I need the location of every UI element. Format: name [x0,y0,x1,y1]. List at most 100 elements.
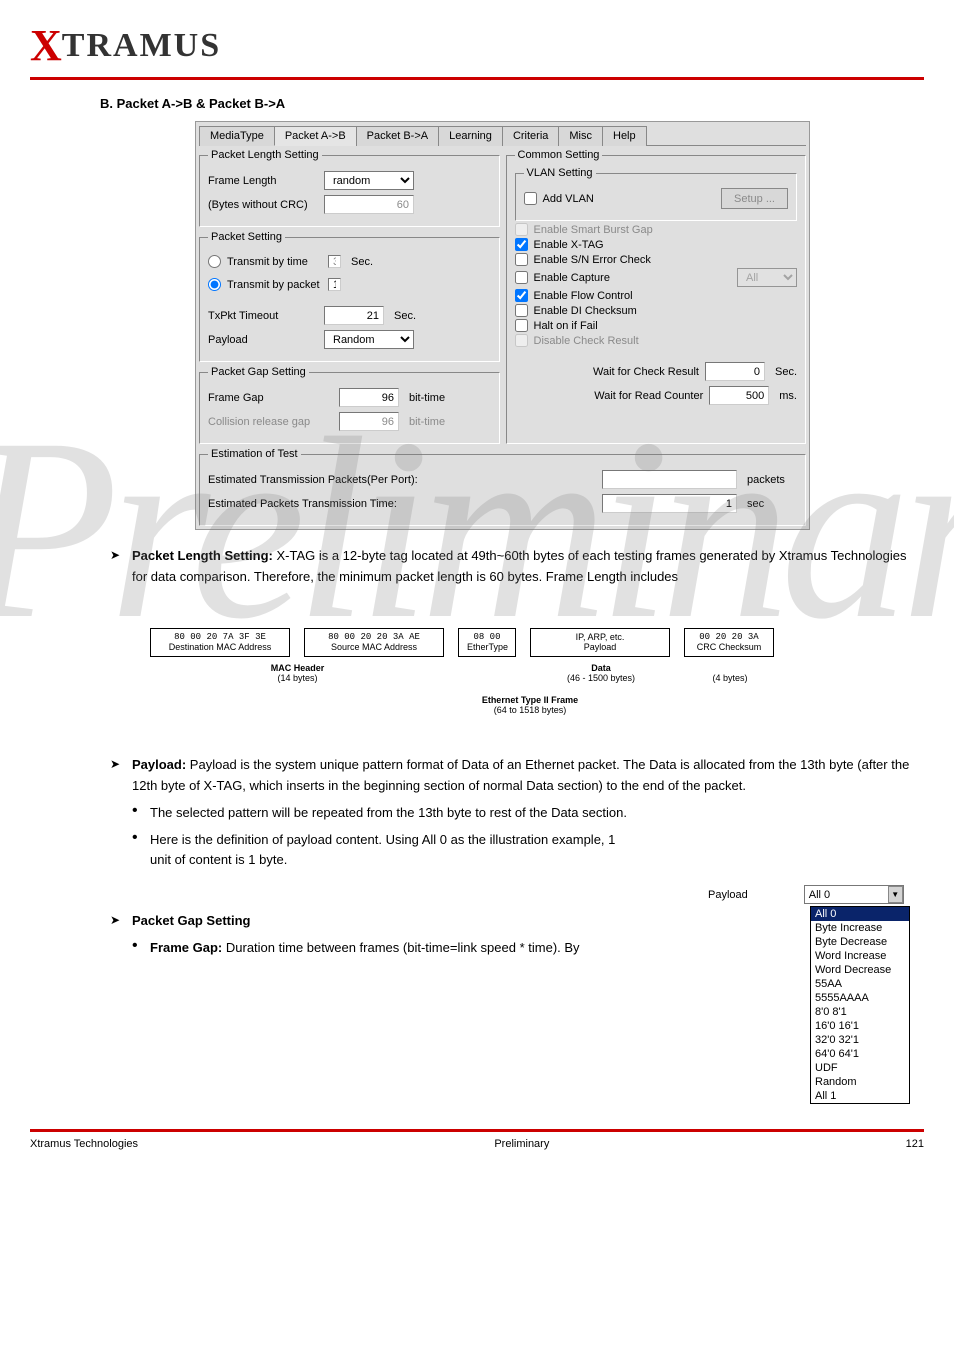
tab-row: MediaType Packet A->B Packet B->A Learni… [199,125,806,146]
chevron-down-icon: ▼ [888,886,903,903]
tx-by-packet-radio[interactable] [208,278,221,291]
payload-dd-opt-11[interactable]: UDF [811,1061,909,1075]
payload-dd-opt-8[interactable]: 16'0 16'1 [811,1019,909,1033]
xtag-label: Enable X-TAG [534,239,604,251]
etp-label: Estimated Transmission Packets(Per Port)… [208,474,458,486]
eth-crc-bytes: (4 bytes) [712,673,747,683]
wait-check-input[interactable] [705,362,765,381]
payload-dd-list[interactable]: All 0 Byte Increase Byte Decrease Word I… [810,906,910,1104]
tx-by-time-radio[interactable] [208,255,221,268]
packet-setting-group: Packet Setting Transmit by time Sec. Tra… [199,231,500,362]
add-vlan-check[interactable] [524,192,537,205]
payload-dd-opt-7[interactable]: 8'0 8'1 [811,1005,909,1019]
txpkt-timeout-input[interactable] [324,306,384,325]
tab-criteria[interactable]: Criteria [502,126,559,146]
eth-mac-bytes: (14 bytes) [277,673,317,683]
flow-check[interactable] [515,289,528,302]
pls-desc-bold: Packet Length Setting: [132,548,273,563]
payload-dd-selected: All 0 [809,889,830,901]
pls-legend: Packet Length Setting [208,149,322,161]
payload-dd-opt-2[interactable]: Byte Decrease [811,935,909,949]
framegap-rest: Duration time between frames (bit-time=l… [226,940,580,955]
vlan-setup-button[interactable]: Setup ... [721,188,788,209]
halt-check[interactable] [515,319,528,332]
capture-check[interactable] [515,271,528,284]
smart-burst-check [515,223,528,236]
payload-dd-opt-0[interactable]: All 0 [811,907,909,921]
bytes-without-crc-input [324,195,414,214]
payload-arrow-rest: Payload is the system unique pattern for… [132,757,909,793]
tab-learning[interactable]: Learning [438,126,503,146]
ethernet-frame-diagram: 80 00 20 7A 3F 3E Destination MAC Addres… [150,628,910,658]
page-footer: Xtramus Technologies Preliminary 121 [30,1129,924,1150]
payload-dropdown-example: Payload All 0 ▼ All 0 Byte Increase Byte… [708,885,910,1104]
eth-sub-row: MAC Header (14 bytes) Data (46 - 1500 by… [150,663,910,683]
xtag-check[interactable] [515,238,528,251]
eth-payload-hex: IP, ARP, etc. [539,632,661,643]
eth-data-bytes: (46 - 1500 bytes) [567,673,635,683]
payload-dd-opt-12[interactable]: Random [811,1075,909,1089]
tab-mediatype[interactable]: MediaType [199,126,275,146]
eth-smac-lbl: Source MAC Address [313,642,435,653]
tab-packet-b-a[interactable]: Packet B->A [356,126,439,146]
eth-et-lbl: EtherType [467,642,507,653]
section-heading: B. Packet A->B & Packet B->A [100,96,910,111]
cs-legend: Common Setting [515,149,603,161]
payload-dd-opt-9[interactable]: 32'0 32'1 [811,1033,909,1047]
payload-dd-opt-3[interactable]: Word Increase [811,949,909,963]
txpkt-timeout-label: TxPkt Timeout [208,310,318,322]
pgs-legend: Packet Gap Setting [208,366,309,378]
tx-by-time-label: Transmit by time [227,256,322,268]
footer-center: Preliminary [494,1138,549,1150]
capture-label: Enable Capture [534,272,732,284]
smart-burst-label: Enable Smart Burst Gap [534,224,653,236]
tx-by-packet-input[interactable] [328,278,341,291]
tx-by-packet-label: Transmit by packet [227,279,322,291]
eth-smac-hex: 80 00 20 20 3A AE [313,632,435,643]
etp-input[interactable] [602,470,737,489]
packet-gap-setting-group: Packet Gap Setting Frame Gap bit-time Co… [199,366,500,444]
vlan-legend: VLAN Setting [524,167,596,179]
di-chk-check[interactable] [515,304,528,317]
payload-select[interactable]: Random [324,330,414,349]
payload-dd-opt-13[interactable]: All 1 [811,1089,909,1103]
tab-packet-a-b[interactable]: Packet A->B [274,126,357,146]
payload-dd-opt-1[interactable]: Byte Increase [811,921,909,935]
frame-gap-input[interactable] [339,388,399,407]
etp-unit: packets [747,474,797,486]
flow-label: Enable Flow Control [534,290,633,302]
eth-payload-box: IP, ARP, etc. Payload [530,628,670,658]
estimation-of-test-group: Estimation of Test Estimated Transmissio… [199,448,806,526]
payload-dot2: Here is the definition of payload conten… [110,830,630,872]
eth-frame-bytes: (64 to 1518 bytes) [494,705,567,715]
config-dialog: MediaType Packet A->B Packet B->A Learni… [195,121,810,530]
halt-label: Halt on if Fail [534,320,598,332]
wait-read-input[interactable] [709,386,769,405]
ept-input[interactable] [602,494,737,513]
payload-dd-select[interactable]: All 0 ▼ [804,885,904,904]
payload-dd-opt-10[interactable]: 64'0 64'1 [811,1047,909,1061]
payload-dd-opt-4[interactable]: Word Decrease [811,963,909,977]
collision-gap-unit: bit-time [409,416,445,428]
tab-misc[interactable]: Misc [558,126,603,146]
tx-by-time-input [328,255,341,268]
logo-x: X [30,21,62,70]
payload-dd-opt-5[interactable]: 55AA [811,977,909,991]
pgs-arrow-bold: Packet Gap Setting [132,913,250,928]
sn-err-check[interactable] [515,253,528,266]
vlan-setting-group: VLAN Setting Add VLAN Setup ... [515,167,798,221]
payload-dd-opt-6[interactable]: 5555AAAA [811,991,909,1005]
sn-err-label: Enable S/N Error Check [534,254,651,266]
logo-rest: TRAMUS [62,27,221,64]
eot-legend: Estimation of Test [208,448,301,460]
disable-check-result-label: Disable Check Result [534,335,639,347]
wait-read-unit: ms. [779,390,797,402]
eth-crc-hex: 00 20 20 3A [693,632,765,643]
payload-arrow-bold: Payload: [132,757,186,772]
ept-unit: sec [747,498,797,510]
frame-length-select[interactable]: random [324,171,414,190]
tab-help[interactable]: Help [602,126,647,146]
eth-dmac-lbl: Destination MAC Address [159,642,281,653]
wait-read-label: Wait for Read Counter [515,390,704,402]
collision-gap-label: Collision release gap [208,416,333,428]
